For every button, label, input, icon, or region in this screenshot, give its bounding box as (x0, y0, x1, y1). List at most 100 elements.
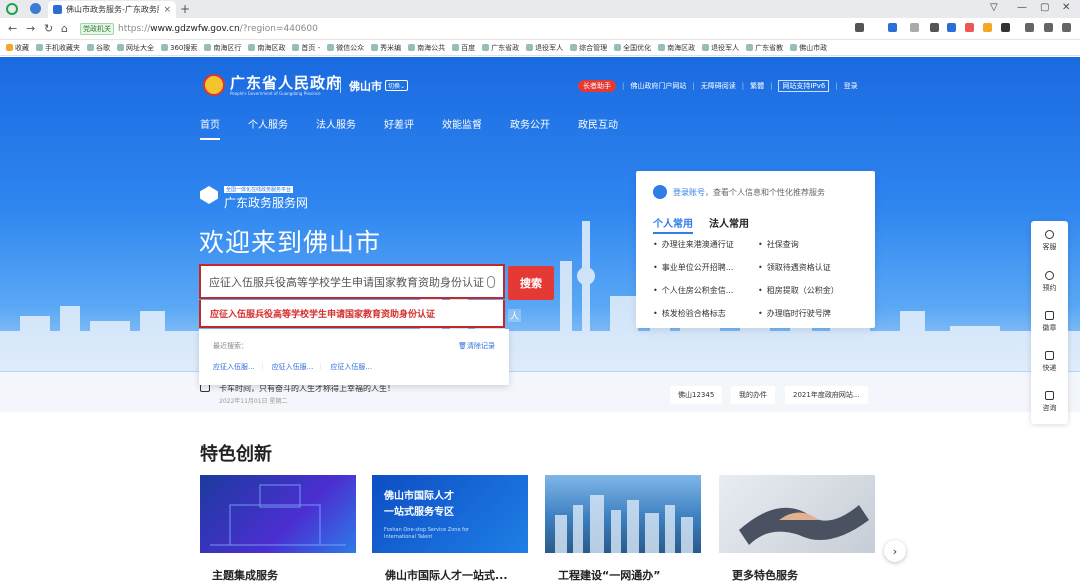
back-icon[interactable]: ← (8, 22, 17, 35)
bookmark-item[interactable]: 手机收藏夹 (36, 43, 80, 53)
nav-supervision[interactable]: 效能监督 (442, 116, 482, 131)
hero-banner: 广东省人民政府 People's Government of Guangdong… (0, 57, 1080, 391)
bookmark-item[interactable]: 退役军人 (526, 43, 563, 53)
close-window-icon[interactable]: ✕ (1062, 2, 1070, 13)
scissors-icon[interactable] (930, 23, 939, 32)
bookmark-item[interactable]: 南海区政 (658, 43, 695, 53)
service-link[interactable]: 办理临时行驶号牌 (758, 308, 863, 319)
extension-icon[interactable] (910, 23, 919, 32)
bookmark-item[interactable]: 南海公共 (408, 43, 445, 53)
tab-close-icon[interactable]: × (163, 5, 171, 15)
login-account-link[interactable]: 登录账号 (673, 188, 705, 197)
microphone-icon[interactable] (487, 275, 495, 288)
extension-icon[interactable] (965, 23, 974, 32)
feature-card-image[interactable]: 佛山市国际人才 一站式服务专区 Foshan One-stop Service Z… (372, 475, 528, 553)
nav-interaction[interactable]: 政民互动 (578, 116, 618, 131)
bookmark-item[interactable]: 首页 - (292, 43, 320, 53)
menu-icon[interactable] (1062, 23, 1071, 32)
browser-tab[interactable]: 佛山市政务服务-广东政务服务 × (48, 1, 176, 18)
bookmark-item[interactable]: 南海区行 (204, 43, 241, 53)
tab-personal[interactable]: 个人常用 (653, 215, 693, 234)
nav-public-affairs[interactable]: 政务公开 (510, 116, 550, 131)
elder-mode-button[interactable]: 长者助手 (578, 80, 616, 92)
bolt-icon[interactable] (855, 23, 864, 32)
bookmark-item[interactable]: 百度 (452, 43, 475, 53)
sidebar-delivery[interactable]: 快递 (1031, 351, 1068, 373)
service-link[interactable]: 社保查询 (758, 239, 863, 250)
feature-card-title[interactable]: 佛山市国际人才一站式... (385, 567, 508, 583)
bookmark-item[interactable]: 360搜索 (161, 43, 197, 53)
bookmark-item[interactable]: 广东省教 (746, 43, 783, 53)
sidebar-customer-service[interactable]: 客服 (1031, 230, 1068, 252)
carousel-next-button[interactable]: › (884, 540, 906, 562)
bookmark-favorites[interactable]: 收藏 (6, 43, 29, 53)
bookmark-item[interactable]: 全国优化 (614, 43, 651, 53)
minimize-icon[interactable]: — (1017, 2, 1027, 13)
sidebar-consult[interactable]: 咨询 (1031, 391, 1068, 413)
apps-icon[interactable] (1001, 23, 1010, 32)
sidebar-appointment[interactable]: 预约 (1031, 271, 1068, 293)
recent-item[interactable]: 应征入伍服... (330, 362, 372, 372)
service-link[interactable]: 办理往来港澳通行证 (653, 239, 758, 250)
bookmark-item[interactable]: 谷歌 (87, 43, 110, 53)
service-link[interactable]: 租房提取（公积金） (758, 285, 863, 296)
feature-card-image[interactable] (545, 475, 701, 553)
quick-link-my-cases[interactable]: 我的办件 (731, 386, 775, 404)
forward-icon[interactable]: → (26, 22, 35, 35)
search-input[interactable] (209, 275, 487, 288)
truck-icon (1045, 351, 1054, 360)
search-icon[interactable] (947, 23, 956, 32)
bookmark-item[interactable]: 南海区政 (248, 43, 285, 53)
search-suggestion[interactable]: 应征入伍服兵役高等学校学生申请国家教育资助身份认证 (199, 300, 505, 328)
extension-icon[interactable] (983, 23, 992, 32)
feature-card-title[interactable]: 更多特色服务 (732, 567, 798, 583)
section-title: 特色创新 (200, 444, 272, 465)
quick-link-12345[interactable]: 佛山12345 (670, 386, 723, 404)
nav-review[interactable]: 好差评 (384, 116, 414, 131)
service-link[interactable]: 事业单位公开招聘... (653, 262, 758, 273)
service-link[interactable]: 领取待遇资格认证 (758, 262, 863, 273)
search-button[interactable]: 搜索 (508, 266, 554, 300)
site-title[interactable]: 广东省人民政府 (230, 72, 342, 93)
city-switch-button[interactable]: 切换⌄ (385, 80, 409, 91)
feature-card-title[interactable]: 主题集成服务 (212, 567, 278, 583)
tab-corporate[interactable]: 法人常用 (709, 215, 749, 234)
service-link[interactable]: 核发检验合格标志 (653, 308, 758, 319)
recent-item[interactable]: 应征入伍服... (272, 362, 325, 372)
nav-personal[interactable]: 个人服务 (248, 116, 288, 131)
url-field[interactable]: 党政机关 https://www.gdzwfw.gov.cn/?region=4… (80, 21, 900, 37)
reload-icon[interactable]: ↻ (44, 22, 53, 35)
quick-link-report[interactable]: 2021年度政府网站... (785, 386, 868, 404)
bookmark-item[interactable]: 微信公众 (327, 43, 364, 53)
feature-card-image[interactable] (719, 475, 875, 553)
sidebar-badge[interactable]: 徽章 (1031, 311, 1068, 333)
service-link[interactable]: 个人住房公积金信... (653, 285, 758, 296)
bookmark-item[interactable]: 网址大全 (117, 43, 154, 53)
menu-icon[interactable]: ▽ (990, 2, 998, 13)
bookmark-item[interactable]: 广东省政 (482, 43, 519, 53)
feature-card-image[interactable] (200, 475, 356, 553)
nav-corporate[interactable]: 法人服务 (316, 116, 356, 131)
bookmark-item[interactable]: 秀米编 (371, 43, 401, 53)
tab-back-icon[interactable] (30, 3, 41, 14)
new-tab-button[interactable]: + (180, 2, 190, 16)
bookmark-item[interactable]: 综合管理 (570, 43, 607, 53)
accessibility-link[interactable]: 无障碍阅读 (701, 81, 736, 91)
maximize-icon[interactable]: ▢ (1040, 2, 1049, 13)
login-link[interactable]: 登录 (844, 81, 858, 91)
feature-card-title[interactable]: 工程建设“一网通办” (558, 567, 660, 583)
download-icon[interactable] (1025, 23, 1034, 32)
traditional-link[interactable]: 繁體 (750, 81, 764, 91)
address-bar: ← → ↻ ⌂ 党政机关 https://www.gdzwfw.gov.cn/?… (0, 18, 1080, 40)
home-icon[interactable]: ⌂ (61, 22, 68, 35)
bookmark-item[interactable]: 佛山市政 (790, 43, 827, 53)
undo-icon[interactable] (1044, 23, 1053, 32)
clear-history-button[interactable]: 🗑清除记录 (458, 341, 495, 351)
recent-item[interactable]: 应征入伍服... (213, 362, 266, 372)
extension-icon[interactable] (888, 23, 897, 32)
portal-link[interactable]: 佛山政府门户网站 (630, 81, 686, 91)
browser-logo-icon[interactable] (6, 3, 18, 15)
bookmark-item[interactable]: 退役军人 (702, 43, 739, 53)
badge-icon (1045, 311, 1054, 320)
nav-home[interactable]: 首页 (200, 116, 220, 140)
